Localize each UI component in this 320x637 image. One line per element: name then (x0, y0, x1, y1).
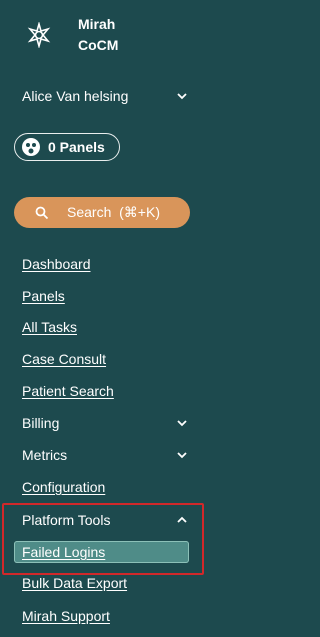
brand-name-line1: Mirah (78, 16, 116, 32)
chevron-up-icon (177, 516, 187, 523)
nav-item-dashboard[interactable]: Dashboard (22, 253, 190, 275)
nav-item-mirah-support[interactable]: Mirah Support (22, 605, 190, 627)
nav-item-all-tasks[interactable]: All Tasks (22, 316, 190, 338)
nav-label-metrics: Metrics (22, 447, 68, 463)
nav-item-failed-logins[interactable]: Failed Logins (22, 541, 190, 563)
brand-name-line2: CoCM (78, 37, 119, 53)
search-button[interactable]: Search (⌘+K) (14, 197, 190, 228)
nav-item-case-consult[interactable]: Case Consult (22, 348, 190, 370)
chevron-down-icon (177, 452, 187, 459)
panels-label: 0 Panels (48, 139, 105, 155)
nav-item-billing[interactable]: Billing (22, 412, 190, 434)
nav-item-configuration[interactable]: Configuration (22, 476, 190, 498)
nav-item-metrics[interactable]: Metrics (22, 444, 190, 466)
nav-label-failed-logins: Failed Logins (22, 544, 106, 560)
nav-item-platform-tools[interactable]: Platform Tools (22, 509, 190, 531)
brand[interactable]: Mirah CoCM (26, 12, 196, 62)
nav-label-all-tasks: All Tasks (22, 319, 77, 335)
brand-name: Mirah CoCM (78, 14, 118, 56)
nav-item-bulk-data-export[interactable]: Bulk Data Export (22, 572, 190, 594)
nav-label-dashboard: Dashboard (22, 256, 91, 272)
nav-item-panels[interactable]: Panels (22, 285, 190, 307)
nav-label-configuration: Configuration (22, 479, 106, 495)
nav-label-patient-search: Patient Search (22, 383, 114, 399)
nav-item-patient-search[interactable]: Patient Search (22, 380, 190, 402)
user-menu[interactable]: Alice Van helsing (22, 86, 190, 106)
panels-button[interactable]: 0 Panels (14, 133, 120, 161)
chevron-down-icon (177, 420, 187, 427)
nav-label-billing: Billing (22, 415, 60, 431)
nav-label-mirah-support: Mirah Support (22, 608, 110, 624)
panels-face-icon (22, 138, 40, 156)
user-name: Alice Van helsing (22, 88, 129, 104)
nav-label-case-consult: Case Consult (22, 351, 107, 367)
nav-label-panels: Panels (22, 288, 65, 304)
nav-label-bulk-data-export: Bulk Data Export (22, 575, 128, 591)
chevron-down-icon (177, 93, 187, 100)
mirah-logo-icon (27, 22, 51, 48)
search-label: Search (⌘+K) (67, 204, 160, 220)
nav-label-platform-tools: Platform Tools (22, 512, 111, 528)
search-icon (35, 206, 49, 219)
